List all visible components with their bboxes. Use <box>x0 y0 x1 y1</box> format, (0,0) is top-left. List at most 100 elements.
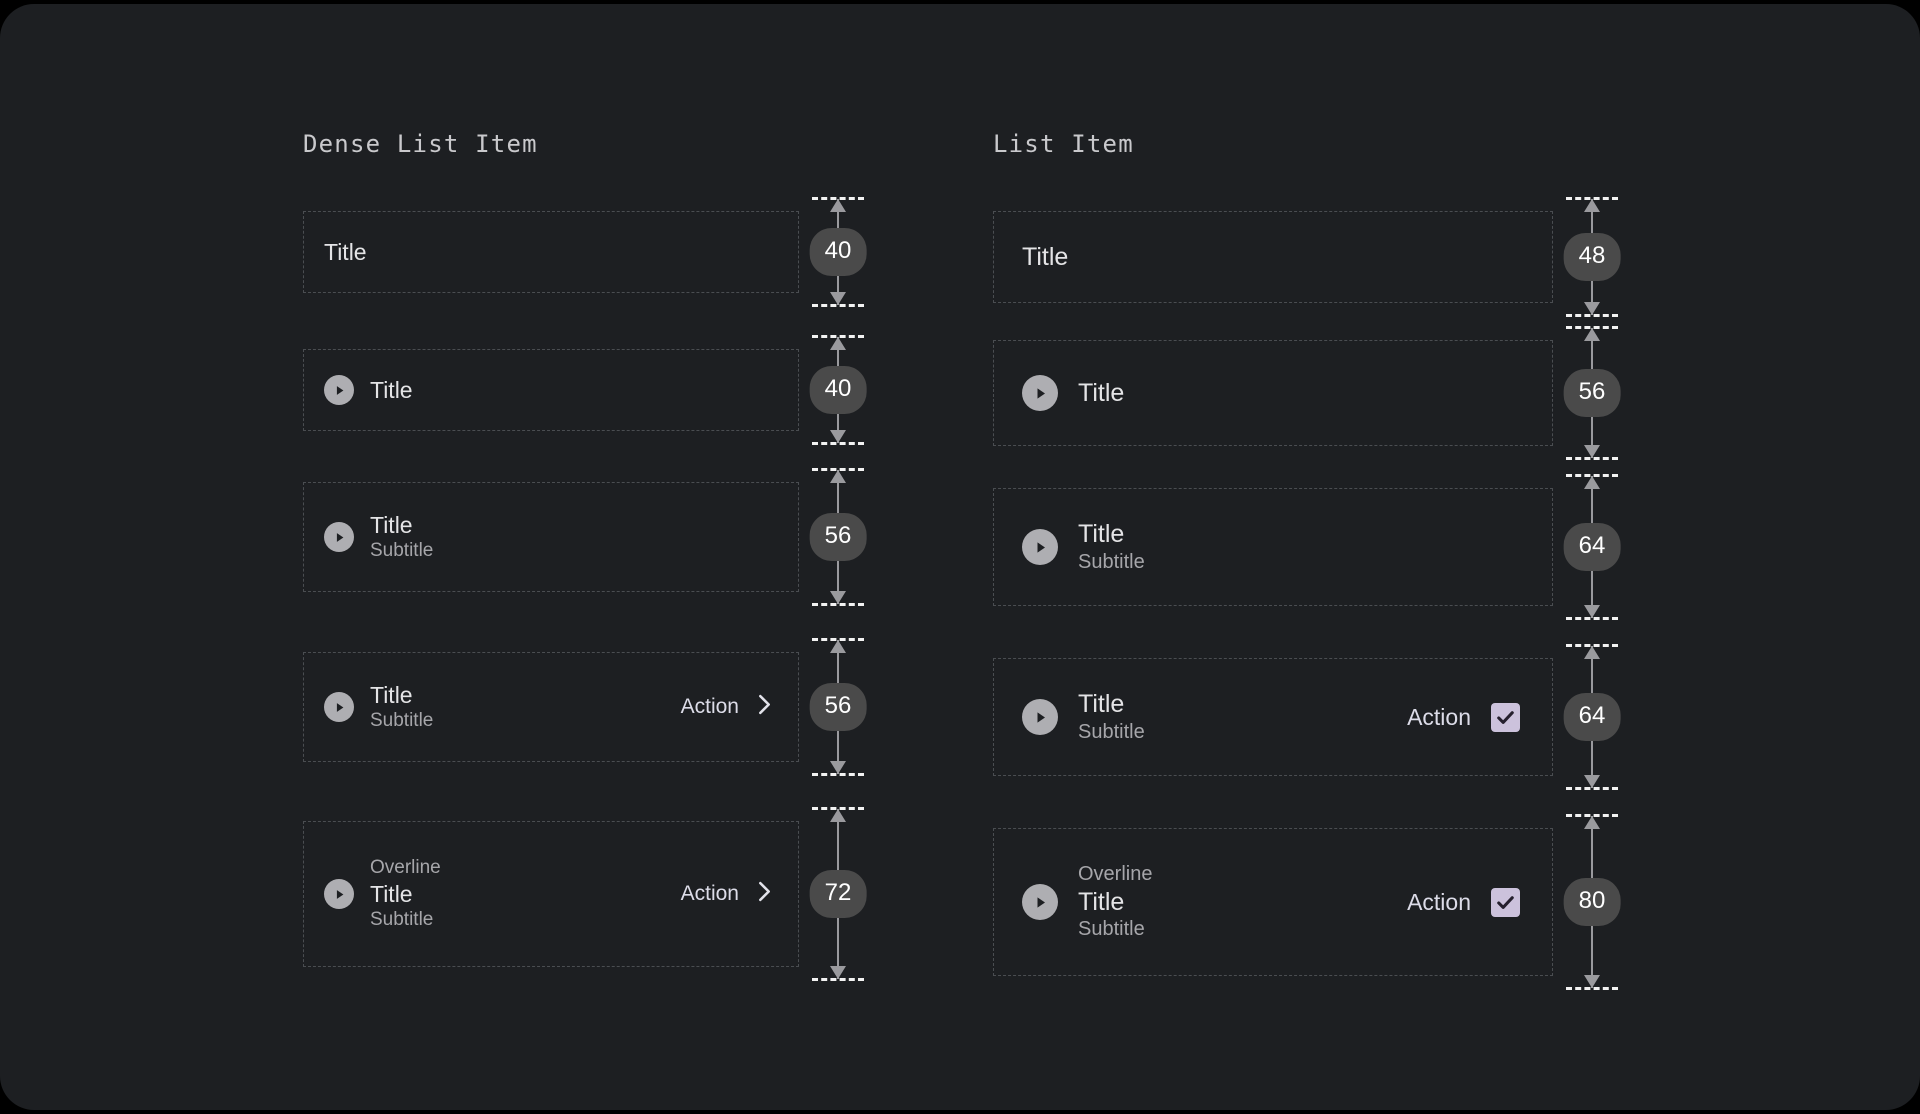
height-measurement-list-item-avatar-title: 56 <box>1563 326 1621 460</box>
list-item-leading <box>324 522 354 552</box>
measurement-arrow-down-icon <box>830 292 846 305</box>
measurement-arrow-up-icon <box>830 470 846 483</box>
height-badge: 48 <box>1563 233 1621 281</box>
measurement-arrow-up-icon <box>1584 328 1600 341</box>
list-item-leading <box>324 879 354 909</box>
list-item-subtitle: Subtitle <box>370 909 434 931</box>
list-item-title-only[interactable]: Title <box>993 211 1553 303</box>
checkbox-checked-icon[interactable] <box>1491 887 1520 917</box>
action-label[interactable]: Action <box>1407 889 1471 916</box>
measurement-arrow-down-icon <box>1584 445 1600 458</box>
measurement-arrow-down-icon <box>830 761 846 774</box>
list-item-trailing: Action <box>1407 702 1520 732</box>
list-item-avatar-title-subtitle-action[interactable]: Title Subtitle Action <box>303 652 799 762</box>
measurement-arrow-down-icon <box>1584 775 1600 788</box>
measurement-arrow-up-icon <box>830 337 846 350</box>
avatar-play-icon[interactable] <box>1022 375 1058 411</box>
measurement-arrow-down-icon <box>830 966 846 979</box>
measurement-arrow-down-icon <box>830 430 846 443</box>
list-item-subtitle: Subtitle <box>370 710 434 732</box>
list-item-avatar-title-subtitle[interactable]: Title Subtitle <box>303 482 799 592</box>
chevron-right-icon[interactable] <box>757 694 772 720</box>
list-item-title: Title <box>324 238 367 265</box>
list-item-avatar-overline-title-subtitle-action[interactable]: Overline Title Subtitle Action <box>993 828 1553 976</box>
list-item-text: Overline Title Subtitle <box>370 856 681 932</box>
screenshot-root: Dense List Item List Item Title 40 Title 40… <box>0 0 1920 1114</box>
measurement-arrow-up-icon <box>830 809 846 822</box>
height-measurement-list-item-avatar-title-subtitle: 64 <box>1563 474 1621 620</box>
list-item-avatar-title-subtitle-action[interactable]: Title Subtitle Action <box>993 658 1553 776</box>
checkbox-checked-icon[interactable] <box>1491 702 1520 732</box>
list-item-avatar-overline-title-subtitle-action[interactable]: Overline Title Subtitle Action <box>303 821 799 967</box>
list-item-title-only[interactable]: Title <box>303 211 799 293</box>
measurement-arrow-down-icon <box>830 591 846 604</box>
list-item-title: Title <box>1078 520 1125 549</box>
avatar-play-icon[interactable] <box>324 879 354 909</box>
list-item-text: Title <box>1022 242 1532 273</box>
list-item-overline: Overline <box>370 857 441 879</box>
height-badge: 40 <box>809 228 867 276</box>
measurement-arrow-up-icon <box>1584 646 1600 659</box>
list-item-title: Title <box>1078 690 1125 719</box>
measurement-arrow-down-icon <box>1584 975 1600 988</box>
list-item-title: Title <box>1078 887 1125 916</box>
list-item-leading <box>1022 375 1058 411</box>
spec-card: Dense List Item List Item Title 40 Title 40… <box>0 4 1920 1110</box>
height-measurement-list-item-avatar-overline-title-subtitle-action: 80 <box>1563 814 1621 990</box>
list-item-text: Title <box>1078 378 1532 409</box>
avatar-play-icon[interactable] <box>324 522 354 552</box>
height-badge: 72 <box>809 870 867 918</box>
list-item-title: Title <box>1078 378 1125 407</box>
measurement-arrow-down-icon <box>1584 605 1600 618</box>
list-item-trailing: Action <box>681 694 772 720</box>
list-item-text: Title <box>370 376 778 404</box>
column-header-dense-list-item: Dense List Item <box>303 130 538 158</box>
list-item-overline: Overline <box>1078 862 1153 885</box>
measurement-arrow-up-icon <box>1584 199 1600 212</box>
list-item-subtitle: Subtitle <box>1078 918 1145 941</box>
measurement-arrow-up-icon <box>1584 816 1600 829</box>
avatar-play-icon[interactable] <box>324 692 354 722</box>
list-item-trailing: Action <box>681 881 772 907</box>
height-badge: 56 <box>809 683 867 731</box>
list-item-text: Title Subtitle <box>1078 519 1532 575</box>
avatar-play-icon[interactable] <box>1022 529 1058 565</box>
avatar-play-icon[interactable] <box>324 375 354 405</box>
list-item-leading <box>324 375 354 405</box>
height-measurement-dense-list-item-avatar-title-subtitle-action: 56 <box>809 638 867 776</box>
list-item-text: Overline Title Subtitle <box>1078 862 1407 943</box>
height-measurement-list-item-title-only: 48 <box>1563 197 1621 317</box>
list-item-leading <box>324 692 354 722</box>
height-measurement-list-item-avatar-title-subtitle-action: 64 <box>1563 644 1621 790</box>
height-badge: 56 <box>1563 369 1621 417</box>
measurement-arrow-down-icon <box>1584 302 1600 315</box>
measurement-arrow-up-icon <box>830 199 846 212</box>
list-item-subtitle: Subtitle <box>370 540 434 562</box>
measurement-arrow-up-icon <box>1584 476 1600 489</box>
list-item-leading <box>1022 699 1058 735</box>
list-item-subtitle: Subtitle <box>1078 550 1145 573</box>
height-badge: 56 <box>809 513 867 561</box>
list-item-text: Title Subtitle <box>370 681 681 733</box>
height-badge: 40 <box>809 366 867 414</box>
height-badge: 64 <box>1563 693 1621 741</box>
list-item-title: Title <box>370 682 413 709</box>
list-item-title: Title <box>1022 242 1069 271</box>
action-label[interactable]: Action <box>1407 704 1471 731</box>
avatar-play-icon[interactable] <box>1022 884 1058 920</box>
list-item-leading <box>1022 529 1058 565</box>
action-label[interactable]: Action <box>681 695 739 719</box>
list-item-avatar-title-subtitle[interactable]: Title Subtitle <box>993 488 1553 606</box>
height-badge: 80 <box>1563 878 1621 926</box>
list-item-subtitle: Subtitle <box>1078 720 1145 743</box>
list-item-avatar-title[interactable]: Title <box>303 349 799 431</box>
chevron-right-icon[interactable] <box>757 881 772 907</box>
height-measurement-dense-list-item-title-only: 40 <box>809 197 867 307</box>
height-measurement-dense-list-item-avatar-overline-title-subtitle-action: 72 <box>809 807 867 981</box>
avatar-play-icon[interactable] <box>1022 699 1058 735</box>
height-measurement-dense-list-item-avatar-title-subtitle: 56 <box>809 468 867 606</box>
list-item-title: Title <box>370 880 413 907</box>
action-label[interactable]: Action <box>681 882 739 906</box>
list-item-avatar-title[interactable]: Title <box>993 340 1553 446</box>
list-item-leading <box>1022 884 1058 920</box>
